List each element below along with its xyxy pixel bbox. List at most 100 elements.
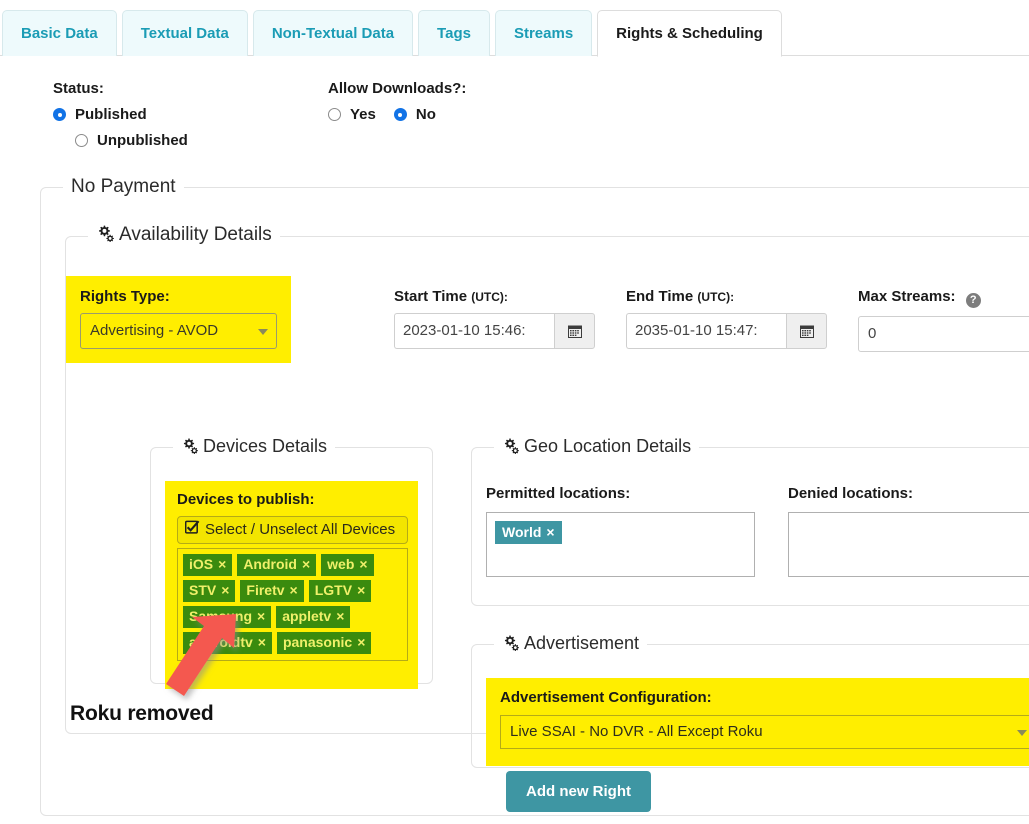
availability-details-fieldset: Availability Details Rights Type: Advert…: [65, 224, 1029, 768]
remove-tag-icon[interactable]: ×: [290, 582, 298, 598]
max-streams-input[interactable]: 0: [858, 316, 1029, 352]
location-tag[interactable]: World ×: [495, 521, 562, 544]
end-time-unit: (UTC):: [697, 290, 735, 304]
denied-locations-input[interactable]: [788, 512, 1029, 577]
allow-downloads-group: Allow Downloads?: Yes No: [328, 80, 466, 123]
tab-tags[interactable]: Tags: [418, 10, 490, 56]
status-published-radio[interactable]: [53, 108, 66, 121]
device-tag-label: androidtv: [189, 634, 253, 650]
remove-tag-icon[interactable]: ×: [257, 608, 265, 624]
end-time-cell: End Time (UTC): 2035-01-10 15:47:: [626, 288, 827, 349]
availability-details-legend-text: Availability Details: [119, 224, 272, 245]
allow-downloads-label: Allow Downloads?:: [328, 80, 467, 97]
advertisement-config-value: Live SSAI - No DVR - All Except Roku: [510, 723, 763, 740]
remove-tag-icon[interactable]: ×: [302, 556, 310, 572]
rights-type-value: Advertising - AVOD: [90, 322, 219, 339]
device-tag-label: STV: [189, 582, 217, 598]
devices-to-publish-panel: Devices to publish: Select / Unselect Al…: [165, 481, 418, 689]
select-unselect-all-devices-button[interactable]: Select / Unselect All Devices: [177, 516, 408, 544]
tab-non-textual-data[interactable]: Non-Textual Data: [252, 10, 414, 56]
start-time-label: Start Time (UTC):: [394, 288, 595, 305]
location-tag-label: World: [502, 524, 542, 540]
device-tag[interactable]: web ×: [321, 554, 374, 576]
start-time-calendar-button[interactable]: [554, 313, 595, 349]
allow-downloads-no-label: No: [415, 106, 436, 123]
advertisement-legend: Advertisement: [494, 633, 647, 656]
denied-locations-label: Denied locations:: [788, 485, 914, 502]
calendar-icon: [567, 325, 582, 338]
device-tag-list: iOS × Android × web × STV × Firetv × LGTV × Samsung ×…: [177, 548, 408, 661]
device-tag-label: LGTV: [314, 582, 353, 598]
rights-type-select[interactable]: Advertising - AVOD: [80, 313, 277, 349]
devices-to-publish-title: Devices to publish:: [177, 491, 315, 508]
permitted-locations-input[interactable]: World ×: [486, 512, 755, 577]
select-unselect-all-devices-label: Select / Unselect All Devices: [205, 521, 396, 538]
status-group: Status: Published Unpublished: [53, 80, 188, 149]
device-tag[interactable]: Samsung ×: [183, 606, 272, 628]
device-tag[interactable]: androidtv ×: [183, 632, 272, 654]
device-tag-label: iOS: [189, 556, 214, 572]
devices-details-fieldset: Devices Details Devices to publish: Sele…: [150, 436, 433, 689]
no-payment-legend: No Payment: [71, 176, 176, 197]
devices-details-legend-text: Devices Details: [203, 436, 328, 456]
device-tag-label: Firetv: [246, 582, 285, 598]
add-new-right-button[interactable]: Add new Right: [506, 771, 651, 812]
geo-location-legend-text: Geo Location Details: [524, 436, 692, 456]
remove-tag-icon[interactable]: ×: [221, 582, 229, 598]
device-tag[interactable]: Android ×: [237, 554, 317, 576]
start-time-unit: (UTC):: [471, 290, 508, 304]
device-tag[interactable]: panasonic ×: [276, 632, 372, 654]
remove-tag-icon[interactable]: ×: [357, 582, 365, 598]
geo-location-legend: Geo Location Details: [494, 436, 699, 459]
calendar-icon: [799, 325, 814, 338]
device-tag-label: web: [327, 556, 355, 572]
status-option-published[interactable]: Published: [53, 106, 188, 123]
max-streams-label: Max Streams: ?: [858, 288, 1029, 308]
tab-basic-data[interactable]: Basic Data: [2, 10, 117, 56]
rights-scheduling-page: Basic Data Textual Data Non-Textual Data Ta…: [0, 0, 1029, 824]
allow-downloads-yes-radio[interactable]: [328, 108, 341, 121]
device-tag[interactable]: LGTV ×: [308, 580, 372, 602]
end-time-calendar-button[interactable]: [786, 313, 827, 349]
tab-textual-data[interactable]: Textual Data: [121, 10, 248, 56]
advertisement-config-select[interactable]: Live SSAI - No DVR - All Except Roku: [500, 715, 1029, 749]
end-time-label-text: End Time: [626, 288, 694, 305]
device-tag-label: Samsung: [189, 608, 253, 624]
annotation-label: Roku removed: [70, 702, 214, 725]
max-streams-cell: Max Streams: ? 0: [858, 288, 1029, 352]
start-time-input[interactable]: 2023-01-10 15:46:: [394, 313, 554, 349]
tab-streams[interactable]: Streams: [494, 10, 593, 56]
status-unpublished-radio[interactable]: [75, 134, 88, 147]
start-time-input-group: 2023-01-10 15:46:: [394, 313, 595, 349]
remove-tag-icon[interactable]: ×: [357, 634, 365, 650]
availability-details-legend: Availability Details: [88, 224, 280, 248]
status-unpublished-label: Unpublished: [97, 132, 188, 149]
device-tag[interactable]: iOS ×: [183, 554, 233, 576]
remove-tag-icon[interactable]: ×: [546, 524, 554, 540]
device-tag[interactable]: STV ×: [183, 580, 236, 602]
start-time-label-text: Start Time: [394, 288, 468, 305]
tab-list: Basic Data Textual Data Non-Textual Data Ta…: [0, 0, 1029, 57]
rights-type-cell: Rights Type: Advertising - AVOD: [66, 276, 291, 363]
remove-tag-icon[interactable]: ×: [359, 556, 367, 572]
cogs-icon: [502, 635, 520, 656]
remove-tag-icon[interactable]: ×: [336, 608, 344, 624]
allow-downloads-no-radio[interactable]: [393, 108, 407, 121]
checkbox-checked-icon: [184, 517, 200, 543]
cogs-icon: [502, 438, 520, 459]
cogs-icon: [181, 438, 199, 459]
device-tag[interactable]: Firetv ×: [240, 580, 304, 602]
remove-tag-icon[interactable]: ×: [258, 634, 266, 650]
device-tag[interactable]: appletv ×: [276, 606, 351, 628]
end-time-input[interactable]: 2035-01-10 15:47:: [626, 313, 786, 349]
status-option-unpublished[interactable]: Unpublished: [53, 132, 188, 149]
remove-tag-icon[interactable]: ×: [218, 556, 226, 572]
rights-type-label: Rights Type:: [80, 288, 170, 305]
denied-locations-group: Denied locations:: [788, 485, 1029, 577]
advertisement-legend-text: Advertisement: [524, 633, 640, 653]
permitted-locations-group: Permitted locations: World ×: [486, 485, 755, 577]
end-time-label: End Time (UTC):: [626, 288, 827, 305]
tab-rights-scheduling[interactable]: Rights & Scheduling: [597, 10, 782, 57]
help-circle-icon[interactable]: ?: [965, 293, 981, 308]
permitted-locations-label: Permitted locations:: [486, 485, 631, 502]
